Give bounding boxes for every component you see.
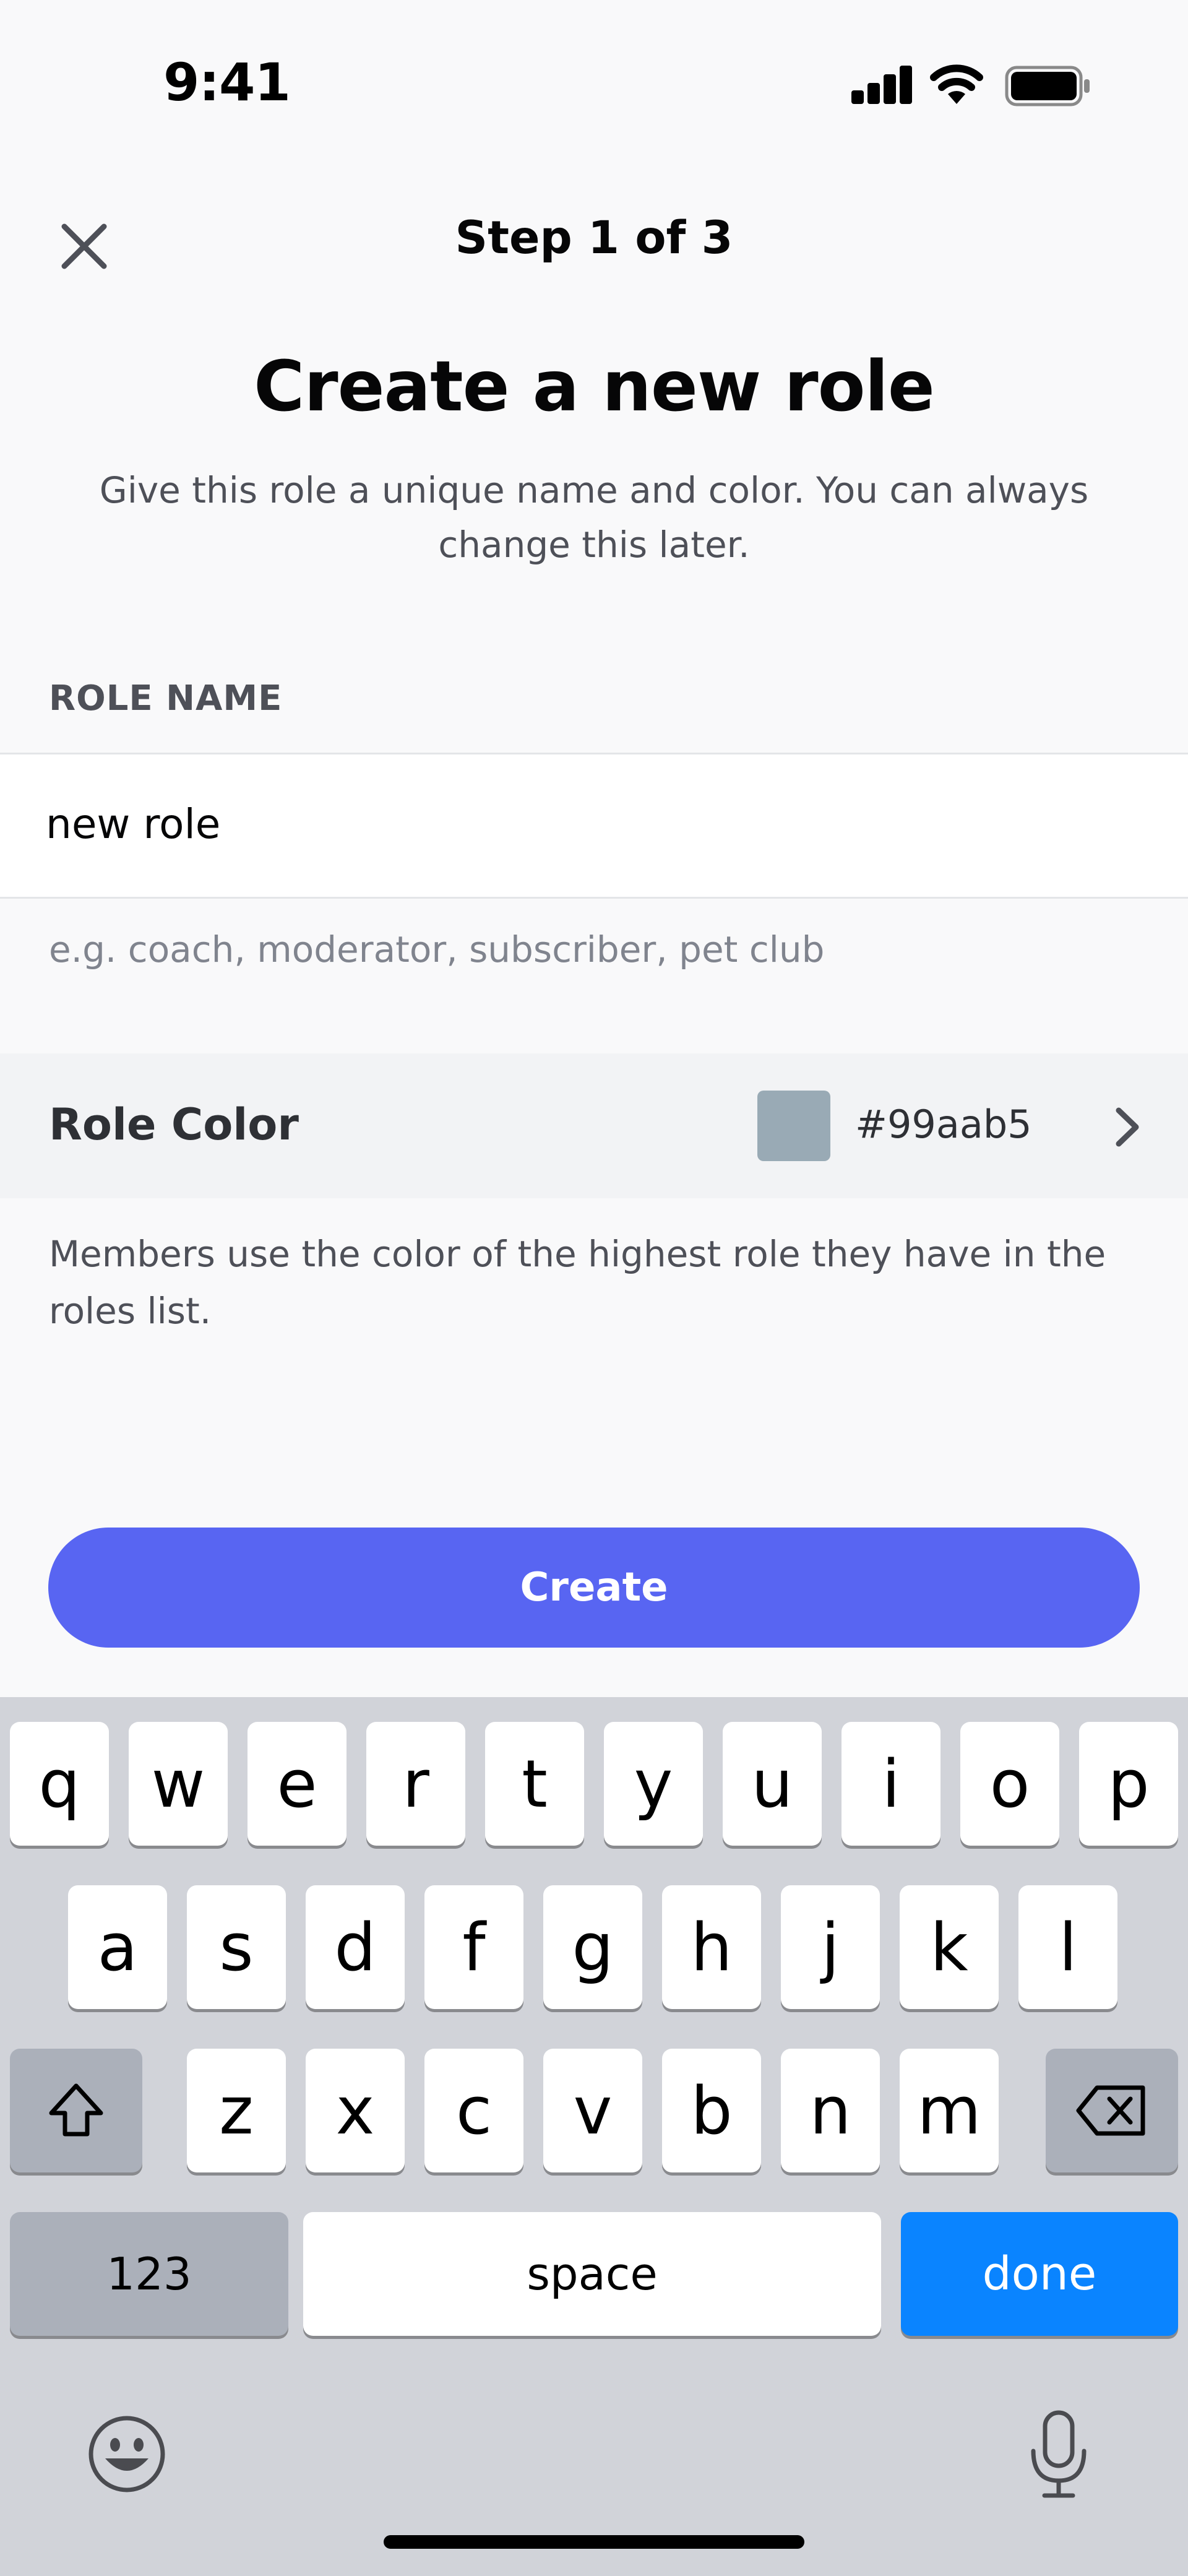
shift-icon bbox=[49, 2083, 103, 2137]
chevron-right-icon bbox=[1116, 1107, 1139, 1147]
key-v[interactable]: v bbox=[543, 2049, 642, 2172]
key-z[interactable]: z bbox=[187, 2049, 286, 2172]
status-time: 9:41 bbox=[163, 52, 291, 113]
battery-icon bbox=[1005, 66, 1090, 106]
key-o[interactable]: o bbox=[960, 1722, 1059, 1846]
space-key[interactable]: space bbox=[303, 2212, 881, 2336]
cellular-signal-icon bbox=[851, 64, 913, 104]
key-y[interactable]: y bbox=[604, 1722, 703, 1846]
key-r[interactable]: r bbox=[366, 1722, 465, 1846]
role-color-hex: #99aab5 bbox=[855, 1102, 1032, 1147]
create-role-screen: 9:41 Step 1 of 3 Create a new role Give … bbox=[0, 0, 1188, 2576]
key-h[interactable]: h bbox=[662, 1885, 761, 2009]
key-n[interactable]: n bbox=[781, 2049, 880, 2172]
key-s[interactable]: s bbox=[187, 1885, 286, 2009]
key-l[interactable]: l bbox=[1018, 1885, 1117, 2009]
emoji-icon[interactable] bbox=[87, 2414, 167, 2494]
role-color-label: Role Color bbox=[49, 1099, 299, 1150]
key-m[interactable]: m bbox=[900, 2049, 999, 2172]
create-button[interactable]: Create bbox=[48, 1528, 1140, 1648]
key-b[interactable]: b bbox=[662, 2049, 761, 2172]
role-name-label: ROLE NAME bbox=[49, 678, 283, 719]
step-indicator: Step 1 of 3 bbox=[455, 212, 733, 264]
key-k[interactable]: k bbox=[900, 1885, 999, 2009]
key-w[interactable]: w bbox=[129, 1722, 228, 1846]
backspace-icon bbox=[1076, 2085, 1145, 2136]
key-x[interactable]: x bbox=[306, 2049, 405, 2172]
microphone-icon[interactable] bbox=[1025, 2408, 1093, 2500]
role-color-description: Members use the color of the highest rol… bbox=[49, 1233, 1106, 1332]
role-name-helper: e.g. coach, moderator, subscriber, pet c… bbox=[49, 928, 825, 970]
key-t[interactable]: t bbox=[485, 1722, 584, 1846]
role-color-swatch bbox=[757, 1091, 830, 1161]
numbers-key[interactable]: 123 bbox=[10, 2212, 288, 2336]
key-f[interactable]: f bbox=[424, 1885, 523, 2009]
key-q[interactable]: q bbox=[10, 1722, 109, 1846]
wifi-icon bbox=[930, 64, 983, 104]
key-d[interactable]: d bbox=[306, 1885, 405, 2009]
key-p[interactable]: p bbox=[1079, 1722, 1178, 1846]
key-a[interactable]: a bbox=[68, 1885, 167, 2009]
home-indicator bbox=[384, 2535, 804, 2549]
page-title: Create a new role bbox=[254, 347, 935, 427]
role-name-value: new role bbox=[46, 800, 221, 848]
role-color-row[interactable]: Role Color #99aab5 bbox=[0, 1053, 1188, 1198]
key-c[interactable]: c bbox=[424, 2049, 523, 2172]
page-subtitle: Give this role a unique name and color. … bbox=[99, 469, 1089, 566]
key-e[interactable]: e bbox=[248, 1722, 346, 1846]
shift-key[interactable] bbox=[10, 2049, 142, 2172]
role-name-input[interactable]: new role bbox=[0, 753, 1188, 899]
done-key[interactable]: done bbox=[901, 2212, 1178, 2336]
key-u[interactable]: u bbox=[723, 1722, 822, 1846]
delete-key[interactable] bbox=[1046, 2049, 1178, 2172]
key-i[interactable]: i bbox=[842, 1722, 940, 1846]
key-j[interactable]: j bbox=[781, 1885, 880, 2009]
key-g[interactable]: g bbox=[543, 1885, 642, 2009]
